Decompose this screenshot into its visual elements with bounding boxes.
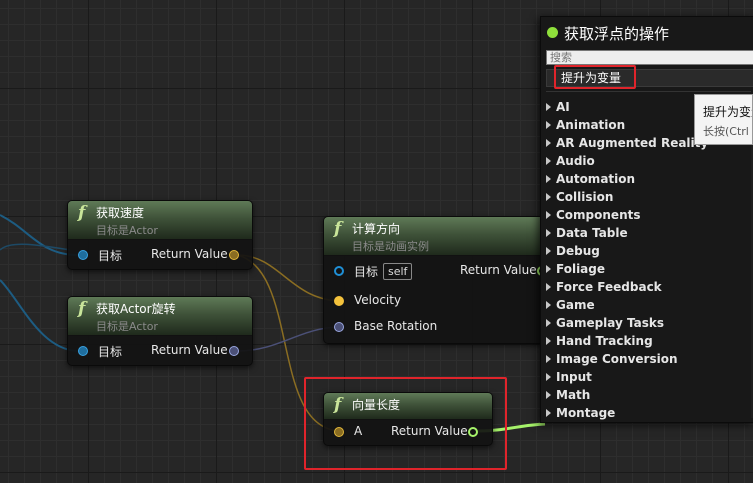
target-pin-label: 目标 <box>98 249 123 263</box>
triangle-right-icon <box>546 247 551 255</box>
menu-category-label: Force Feedback <box>556 280 662 294</box>
green-dot-icon <box>547 27 558 38</box>
node-header[interactable]: f 获取Actor旋转 目标是Actor <box>68 297 252 336</box>
menu-category-item[interactable]: Image Conversion <box>546 350 751 368</box>
triangle-right-icon <box>546 265 551 273</box>
node-title: 计算方向 <box>352 222 401 236</box>
target-pin[interactable] <box>78 250 88 260</box>
triangle-right-icon <box>546 409 551 417</box>
menu-category-item[interactable]: Automation <box>546 170 751 188</box>
menu-category-item[interactable]: Math <box>546 386 751 404</box>
triangle-right-icon <box>546 337 551 345</box>
target-pin-label: 目标 <box>98 345 123 359</box>
node-get-velocity[interactable]: f 获取速度 目标是Actor 目标 Return Value <box>67 200 253 270</box>
triangle-right-icon <box>546 301 551 309</box>
menu-category-label: Game <box>556 298 595 312</box>
menu-category-item[interactable]: Force Feedback <box>546 278 751 296</box>
return-value-vector-pin[interactable] <box>229 250 239 260</box>
target-pin[interactable] <box>334 266 344 276</box>
highlight-box-vector-length <box>304 377 507 470</box>
menu-category-item[interactable]: Game <box>546 296 751 314</box>
triangle-right-icon <box>546 193 551 201</box>
menu-category-label: Automation <box>556 172 636 186</box>
menu-search-input[interactable] <box>546 50 753 65</box>
tooltip-hint: 长按(Ctrl + <box>703 125 752 138</box>
self-tag: self <box>383 263 413 280</box>
menu-category-label: AR Augmented Reality <box>556 136 709 150</box>
menu-category-label: Audio <box>556 154 595 168</box>
node-subtitle: 目标是Actor <box>96 320 158 333</box>
triangle-right-icon <box>546 283 551 291</box>
menu-category-item[interactable]: Hand Tracking <box>546 332 751 350</box>
menu-category-label: Montage <box>556 406 616 420</box>
base-rotation-pin-label: Base Rotation <box>354 319 438 333</box>
function-f-icon: f <box>78 299 86 319</box>
menu-category-item[interactable]: Components <box>546 206 751 224</box>
menu-category-item[interactable]: Gameplay Tasks <box>546 314 751 332</box>
node-get-actor-rotation[interactable]: f 获取Actor旋转 目标是Actor 目标 Return Value <box>67 296 253 366</box>
menu-category-label: Hand Tracking <box>556 334 653 348</box>
menu-category-item[interactable]: Montage <box>546 404 751 422</box>
triangle-right-icon <box>546 355 551 363</box>
node-title: 获取速度 <box>96 206 145 220</box>
velocity-pin-label: Velocity <box>354 293 402 307</box>
function-f-icon: f <box>334 219 342 239</box>
menu-category-label: Gameplay Tasks <box>556 316 665 330</box>
menu-divider <box>546 91 751 92</box>
node-subtitle: 目标是动画实例 <box>352 240 429 253</box>
triangle-right-icon <box>546 139 551 147</box>
target-pin-label: 目标 <box>354 265 379 279</box>
velocity-pin[interactable] <box>334 296 344 306</box>
triangle-right-icon <box>546 229 551 237</box>
triangle-right-icon <box>546 211 551 219</box>
function-f-icon: f <box>78 203 86 223</box>
menu-category-label: Animation <box>556 118 626 132</box>
menu-category-list[interactable]: AI Animation AR Augmented Reality Audio Auto… <box>546 98 751 422</box>
menu-category-label: Components <box>556 208 641 222</box>
triangle-right-icon <box>546 121 551 129</box>
triangle-right-icon <box>546 391 551 399</box>
menu-category-label: Math <box>556 388 591 402</box>
node-title: 获取Actor旋转 <box>96 302 176 316</box>
node-header[interactable]: f 获取速度 目标是Actor <box>68 201 252 240</box>
return-value-rotator-pin[interactable] <box>229 346 239 356</box>
return-value-label: Return Value <box>460 263 537 277</box>
menu-category-label: Input <box>556 370 592 384</box>
node-header[interactable]: f 计算方向 目标是动画实例 <box>324 217 554 256</box>
triangle-right-icon <box>546 157 551 165</box>
return-value-label: Return Value <box>151 247 228 261</box>
menu-category-item[interactable]: Debug <box>546 242 751 260</box>
triangle-right-icon <box>546 319 551 327</box>
menu-category-label: Collision <box>556 190 614 204</box>
target-pin[interactable] <box>78 346 88 356</box>
menu-category-item[interactable]: Audio <box>546 152 751 170</box>
highlight-box-promote <box>554 65 636 89</box>
menu-category-item[interactable]: Foliage <box>546 260 751 278</box>
triangle-right-icon <box>546 373 551 381</box>
triangle-right-icon <box>546 103 551 111</box>
wire-extra-left[interactable] <box>0 243 71 251</box>
menu-category-label: Foliage <box>556 262 606 276</box>
menu-category-label: Image Conversion <box>556 352 678 366</box>
menu-category-label: Data Table <box>556 226 628 240</box>
menu-title: 获取浮点的操作 <box>564 25 670 43</box>
promote-tooltip: 提升为变量 长按(Ctrl + <box>694 94 753 145</box>
menu-category-item[interactable]: Data Table <box>546 224 751 242</box>
tooltip-title: 提升为变量 <box>703 105 752 119</box>
menu-category-label: AI <box>556 100 570 114</box>
return-value-label: Return Value <box>151 343 228 357</box>
node-subtitle: 目标是Actor <box>96 224 158 237</box>
base-rotation-pin[interactable] <box>334 322 344 332</box>
menu-category-item[interactable]: Collision <box>546 188 751 206</box>
triangle-right-icon <box>546 175 551 183</box>
menu-category-label: Debug <box>556 244 600 258</box>
node-calculate-direction[interactable]: f 计算方向 目标是动画实例 目标 self Return Value Velo… <box>323 216 555 344</box>
menu-category-item[interactable]: Input <box>546 368 751 386</box>
